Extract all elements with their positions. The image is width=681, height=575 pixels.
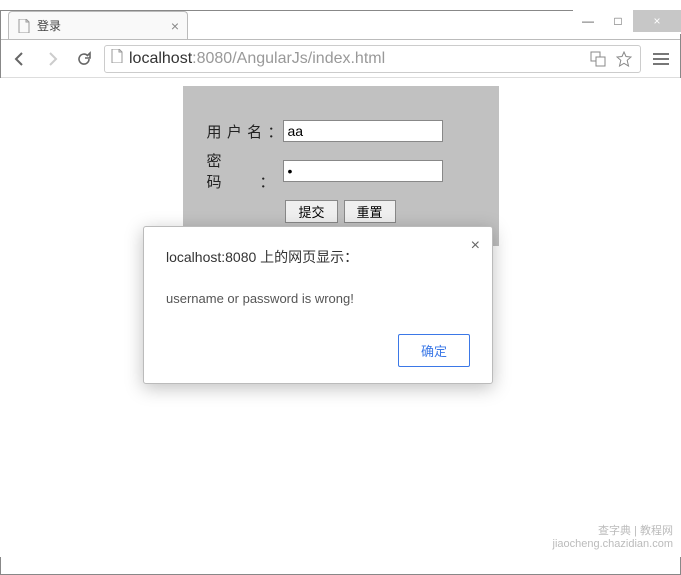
reset-button[interactable]: 重置 [344,200,396,223]
dialog-close-icon[interactable]: × [471,237,480,255]
window-controls: — □ × [573,10,681,34]
browser-tab[interactable]: 登录 × [8,11,188,39]
page-viewport: 用户名： 密 码： 提交 重置 × localhost:8080 上的网页显示：… [0,78,681,557]
window-close-button[interactable]: × [633,10,681,32]
username-input[interactable] [283,120,443,142]
tab-title: 登录 [37,17,165,34]
dialog-buttons: 确定 [166,334,470,367]
watermark-line2: jiaocheng.chazidian.com [553,538,673,551]
dialog-message: username or password is wrong! [166,291,470,306]
file-icon [17,19,31,33]
url-rest: :8080/AngularJs/index.html [192,50,385,67]
browser-toolbar: localhost:8080/AngularJs/index.html [0,40,681,78]
watermark-line1: 查字典 | 教程网 [553,525,673,538]
username-row: 用户名： [207,120,475,142]
dialog-ok-button[interactable]: 确定 [398,334,470,367]
username-label: 用户名： [207,121,283,142]
password-input[interactable] [283,160,443,182]
dialog-title: localhost:8080 上的网页显示： [166,247,470,267]
page-icon [111,49,123,68]
submit-button[interactable]: 提交 [285,200,337,223]
back-button[interactable] [8,47,32,71]
window-maximize-button[interactable]: □ [603,10,633,32]
url-text: localhost:8080/AngularJs/index.html [129,50,582,68]
password-row: 密 码： [207,150,475,192]
menu-icon[interactable] [649,49,673,69]
translate-icon[interactable] [588,49,608,69]
form-buttons: 提交 重置 [207,200,475,223]
reload-button[interactable] [72,47,96,71]
bookmark-star-icon[interactable] [614,49,634,69]
address-bar[interactable]: localhost:8080/AngularJs/index.html [104,45,641,73]
window-minimize-button[interactable]: — [573,10,603,32]
tab-close-icon[interactable]: × [171,18,179,34]
login-panel: 用户名： 密 码： 提交 重置 [183,86,499,246]
alert-dialog: × localhost:8080 上的网页显示： username or pas… [143,226,493,384]
url-host: localhost [129,50,192,67]
password-label: 密 码： [207,150,283,192]
forward-button[interactable] [40,47,64,71]
watermark: 查字典 | 教程网 jiaocheng.chazidian.com [553,525,673,551]
